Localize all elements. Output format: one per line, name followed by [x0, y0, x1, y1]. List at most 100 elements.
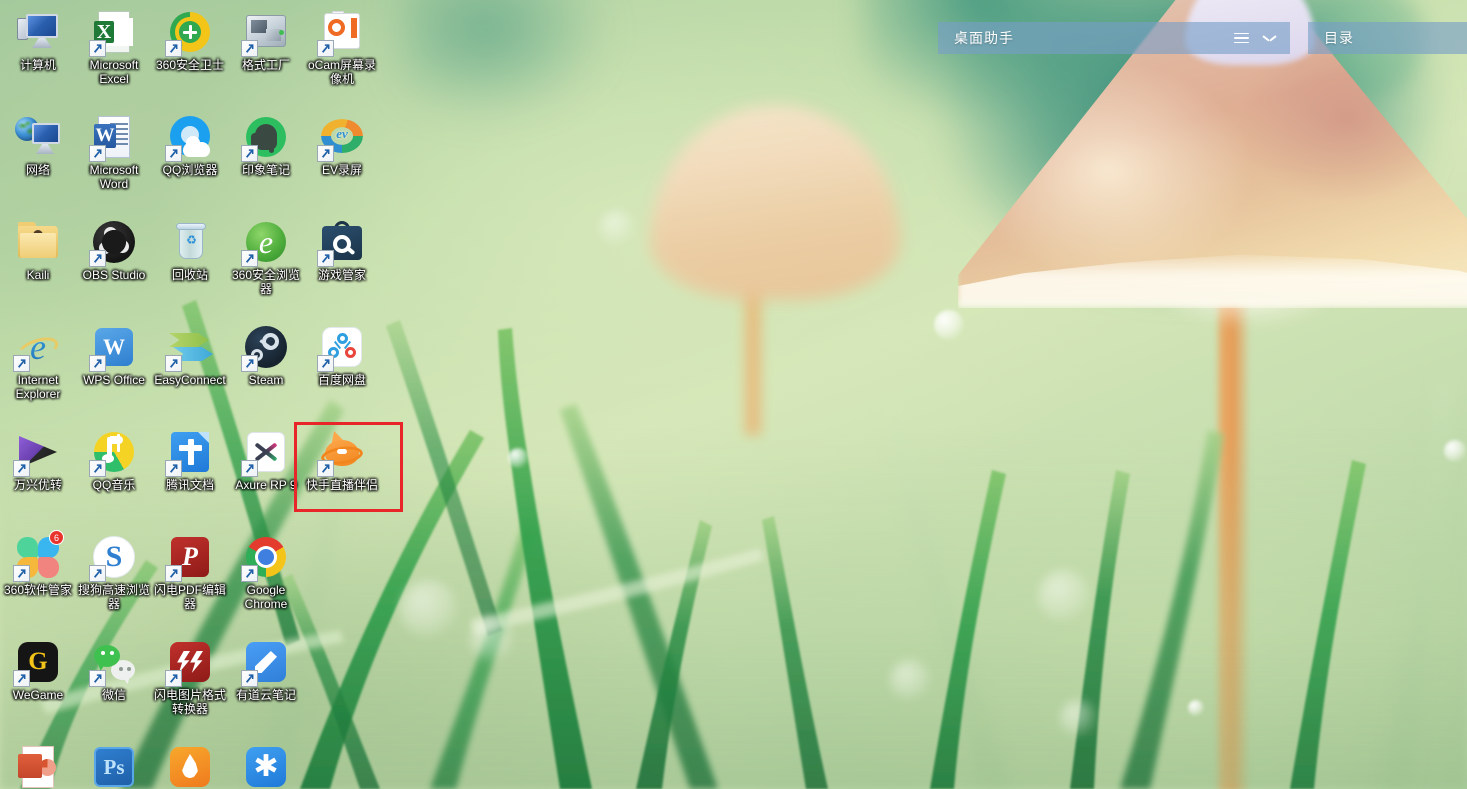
desktop-icon-label: 网络: [25, 163, 50, 177]
desktop-icon-label: Kaili: [26, 268, 50, 282]
chevron-down-icon[interactable]: [1263, 34, 1276, 42]
desktop-icon-ev[interactable]: ev EV录屏: [304, 113, 380, 178]
shortcut-arrow-icon: [317, 40, 334, 57]
desktop-icon-tdoc[interactable]: 腾讯文档: [152, 428, 228, 493]
shortcut-arrow-icon: [165, 565, 182, 582]
desktop-icon-label: Google Chrome: [244, 583, 288, 611]
shortcut-arrow-icon: [165, 670, 182, 687]
water-droplet-bokeh: [470, 618, 514, 662]
ev-icon: ev: [317, 113, 366, 162]
desktop-icon-label: Internet Explorer: [15, 373, 61, 401]
desktop-icon-ps[interactable]: Ps: [76, 743, 152, 789]
desktop-icon-excel[interactable]: X Microsoft Excel: [76, 8, 152, 86]
desktop-icon-label: Microsoft Excel: [89, 58, 139, 86]
desktop-icon-wps[interactable]: W WPS Office: [76, 323, 152, 388]
shortcut-arrow-icon: [241, 40, 258, 57]
flame-icon: [166, 743, 214, 789]
desktop-icon-imgconv[interactable]: 闪电图片格式转换器: [152, 638, 228, 716]
gamemgr-icon: [317, 218, 366, 267]
desktop-icon-ie[interactable]: e Internet Explorer: [0, 323, 76, 401]
widget-actions: [1234, 32, 1290, 44]
pdf-icon: P: [165, 533, 214, 582]
shortcut-arrow-icon: [317, 355, 334, 372]
desktop-icon-youdao[interactable]: 有道云笔记: [228, 638, 304, 703]
desktop-icon-pdf[interactable]: P 闪电PDF编辑器: [152, 533, 228, 611]
kuaishou-icon: [317, 428, 366, 477]
desktop-icon-label: OBS Studio: [82, 268, 146, 282]
desktop-icon-folder[interactable]: Kaili: [0, 218, 76, 283]
tdoc-icon: [165, 428, 214, 477]
desktop-icon-label: QQ浏览器: [162, 163, 218, 177]
desktop-icon-label: 360安全卫士: [155, 58, 225, 72]
bin-icon: ♻: [166, 218, 214, 266]
desktop-icon-ff[interactable]: 格式工厂: [228, 8, 304, 73]
desktop-icon-bin[interactable]: ♻ 回收站: [152, 218, 228, 283]
desktop-icon-label: 游戏管家: [317, 268, 366, 282]
background-mushroom-stem: [742, 285, 764, 435]
water-droplet-bokeh: [600, 210, 634, 244]
water-droplet-bokeh: [890, 660, 930, 700]
desktop-icon-gamemgr[interactable]: 游戏管家: [304, 218, 380, 283]
desktop-icon-qqb[interactable]: QQ浏览器: [152, 113, 228, 178]
desktop-icon-ppt[interactable]: [0, 743, 76, 789]
obs-icon: [89, 218, 138, 267]
chrome-icon: [241, 533, 290, 582]
wallpaper-teal-blur-left: [400, 0, 730, 220]
desktop-icon-steam[interactable]: Steam: [228, 323, 304, 388]
wegame-icon: G: [13, 638, 62, 687]
desktop-icon-wechat[interactable]: 微信: [76, 638, 152, 703]
desktop-icon-kuaishou[interactable]: 快手直播伴侣: [304, 428, 380, 493]
wechat-icon: [89, 638, 138, 687]
shortcut-arrow-icon: [89, 355, 106, 372]
shortcut-arrow-icon: [241, 670, 258, 687]
360safe-icon: [165, 8, 214, 57]
desktop-icon-aster[interactable]: ✱: [228, 743, 304, 789]
desktop-icon-label: 万兴优转: [13, 478, 62, 492]
desktop-icon-sogou[interactable]: S 搜狗高速浏览器: [76, 533, 152, 611]
desktop-icon-360safe[interactable]: 360安全卫士: [152, 8, 228, 73]
shortcut-arrow-icon: [165, 460, 182, 477]
ps-icon: Ps: [90, 743, 138, 789]
desktop-icon-qqmusic[interactable]: QQ音乐: [76, 428, 152, 493]
widget-title: 桌面助手: [954, 30, 1014, 46]
excel-icon: X: [89, 8, 138, 57]
desktop-icon-evernote[interactable]: 印象笔记: [228, 113, 304, 178]
desktop-icon-ec[interactable]: EasyConnect: [152, 323, 228, 388]
widget-panel-0[interactable]: 桌面助手: [938, 22, 1290, 54]
main-mushroom-underside: [1130, 270, 1360, 360]
shortcut-arrow-icon: [165, 40, 182, 57]
desktop-icon-flame[interactable]: [152, 743, 228, 789]
desktop-icon-label: EasyConnect: [154, 373, 226, 387]
water-droplet: [1444, 440, 1466, 462]
desktop-icon-baidu[interactable]: 百度网盘: [304, 323, 380, 388]
desktop-icon-label: 印象笔记: [241, 163, 290, 177]
desktop-icon-360b[interactable]: e 360安全浏览器: [228, 218, 304, 296]
hamburger-menu-icon[interactable]: [1234, 32, 1249, 44]
desktop-icon-axure[interactable]: Axure RP 9: [228, 428, 304, 493]
steam-icon: [241, 323, 290, 372]
shortcut-arrow-icon: [165, 145, 182, 162]
desktop-icon-label: 闪电图片格式转换器: [153, 688, 226, 716]
desktop-icon-wegame[interactable]: G WeGame: [0, 638, 76, 703]
desktop-icon-360sm[interactable]: 6 360软件管家: [0, 530, 76, 598]
widget-panel-1[interactable]: 目录: [1308, 22, 1467, 54]
network-icon: [14, 113, 62, 161]
desktop-icon-label: EV录屏: [321, 163, 362, 177]
folder-icon: [14, 218, 62, 266]
desktop-icon-wanxing[interactable]: 万兴优转: [0, 428, 76, 493]
desktop-icon-network[interactable]: 网络: [0, 113, 76, 178]
ff-icon: [241, 8, 290, 57]
shortcut-arrow-icon: [165, 355, 182, 372]
desktop-icon-ocam[interactable]: oCam屏幕录像机: [304, 8, 380, 86]
desktop[interactable]: 计算机 X Microsoft Excel 360安全卫士 格式工厂 oCam屏幕录像机网…: [0, 0, 1467, 789]
wanxing-icon: [13, 428, 62, 477]
desktop-icon-monitor[interactable]: 计算机: [0, 8, 76, 73]
desktop-icon-obs[interactable]: OBS Studio: [76, 218, 152, 283]
shortcut-arrow-icon: [89, 565, 106, 582]
desktop-icon-label: oCam屏幕录像机: [307, 58, 376, 86]
desktop-icon-label: 格式工厂: [241, 58, 290, 72]
desktop-icon-label: QQ音乐: [92, 478, 136, 492]
desktop-icon-word[interactable]: W Microsoft Word: [76, 113, 152, 191]
desktop-icon-label: 360安全浏览器: [231, 268, 301, 296]
desktop-icon-chrome[interactable]: Google Chrome: [228, 533, 304, 611]
